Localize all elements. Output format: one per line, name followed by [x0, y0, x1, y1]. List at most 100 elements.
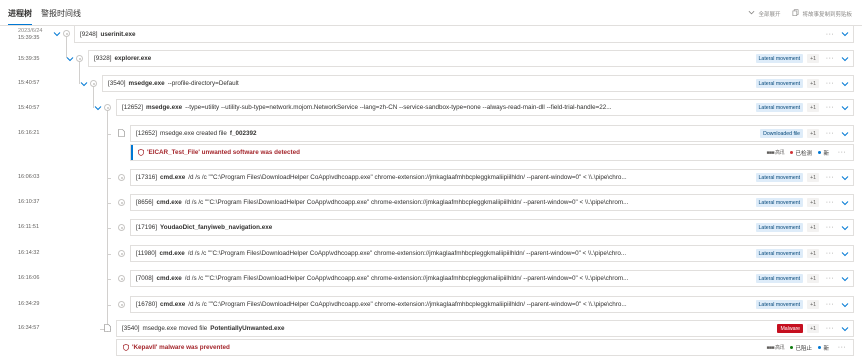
- collapse-toggle[interactable]: [53, 30, 61, 38]
- process-card[interactable]: [16780] cmd.exe /d /s /c ""C:\Program Fi…: [130, 296, 854, 313]
- chevron-down-icon[interactable]: [841, 55, 849, 63]
- tag-count-badge[interactable]: +1: [807, 129, 819, 138]
- more-actions-button[interactable]: ···: [823, 174, 837, 181]
- timestamp: 2023/6/24 15:39:35: [18, 28, 43, 41]
- chevron-down-icon[interactable]: [841, 199, 849, 207]
- tab-bar: 进程树 警报时间线: [8, 8, 81, 26]
- timestamp: 16:34:29: [18, 301, 40, 307]
- chevron-down-icon[interactable]: [841, 224, 849, 232]
- expand-all-label: 全部展开: [758, 11, 781, 18]
- status-dot-icon: [789, 345, 794, 350]
- tag-badge[interactable]: Lateral movement: [755, 300, 804, 309]
- more-actions-button[interactable]: ···: [835, 149, 849, 156]
- toolbar: 全部展开 将故事复制到剪贴板: [748, 9, 852, 18]
- alert-card[interactable]: 'EICAR_Test_File' unwanted software was …: [130, 144, 854, 161]
- alert-card[interactable]: 'Kepavll' malware was prevented ■■■ 高讯 已…: [116, 339, 854, 356]
- tag-badge[interactable]: Lateral movement: [755, 249, 804, 258]
- chevron-down-icon[interactable]: [841, 174, 849, 182]
- alert-title: 'Kepavll' malware was prevented: [132, 344, 230, 351]
- process-node-icon: [76, 55, 83, 62]
- process-node-icon: [63, 30, 70, 37]
- more-actions-button[interactable]: ···: [823, 224, 837, 231]
- more-actions-button[interactable]: ···: [823, 104, 837, 111]
- chevron-down-icon[interactable]: [841, 275, 849, 283]
- tree-line: [107, 134, 111, 135]
- more-actions-button[interactable]: ···: [823, 55, 837, 62]
- tag-count-badge[interactable]: +1: [807, 198, 819, 207]
- copy-story-button[interactable]: 将故事复制到剪贴板: [792, 9, 852, 18]
- status-dot-icon: [789, 150, 794, 155]
- tab-process-tree[interactable]: 进程树: [8, 8, 32, 26]
- tag-count-badge[interactable]: +1: [807, 300, 819, 309]
- tag-badge[interactable]: Lateral movement: [755, 198, 804, 207]
- chevron-down-icon[interactable]: [841, 250, 849, 258]
- chevron-down-icon[interactable]: [841, 301, 849, 309]
- process-card[interactable]: [3540] msedge.exe --profile-directory=De…: [102, 75, 854, 92]
- collapse-toggle[interactable]: [94, 104, 102, 112]
- copy-icon: [792, 9, 799, 18]
- tag-count-badge[interactable]: +1: [807, 249, 819, 258]
- tag-count-badge[interactable]: +1: [807, 79, 819, 88]
- timestamp: 16:34:57: [18, 325, 40, 331]
- tree-line: [107, 110, 108, 332]
- more-actions-button[interactable]: ···: [823, 275, 837, 282]
- more-actions-button[interactable]: ···: [823, 31, 837, 38]
- chevron-down-icon[interactable]: [841, 130, 849, 138]
- more-actions-button[interactable]: ···: [823, 130, 837, 137]
- file-event-card[interactable]: [3540] msedge.exe moved file Potentially…: [116, 320, 854, 337]
- more-actions-button[interactable]: ···: [823, 325, 837, 332]
- process-card[interactable]: [9328] explorer.exe Lateral movement +1 …: [88, 50, 854, 67]
- more-actions-button[interactable]: ···: [823, 250, 837, 257]
- alert-accent-bar: [117, 340, 118, 355]
- process-card[interactable]: [11980] cmd.exe /d /s /c ""C:\Program Fi…: [130, 245, 854, 262]
- tree-line: [107, 305, 111, 306]
- chevron-down-icon: [748, 9, 755, 18]
- process-card[interactable]: [7008] cmd.exe /d /s /c ""C:\Program Fil…: [130, 270, 854, 287]
- tag-badge[interactable]: Lateral movement: [755, 79, 804, 88]
- severity-label: ■■■ 高讯: [766, 345, 785, 351]
- malware-badge[interactable]: Malware: [777, 324, 804, 333]
- tree-line: [107, 203, 111, 204]
- more-actions-button[interactable]: ···: [835, 344, 849, 351]
- tag-badge[interactable]: Lateral movement: [755, 54, 804, 63]
- tag-badge[interactable]: Lateral movement: [755, 173, 804, 182]
- more-actions-button[interactable]: ···: [823, 199, 837, 206]
- new-dot-icon: [817, 345, 822, 350]
- process-node-icon: [118, 199, 125, 206]
- timestamp: 15:39:35: [18, 56, 40, 62]
- tag-count-badge[interactable]: +1: [807, 324, 819, 333]
- collapse-toggle[interactable]: [66, 55, 74, 63]
- timestamp: 15:40:57: [18, 80, 40, 86]
- tag-count-badge[interactable]: +1: [807, 274, 819, 283]
- file-icon: [104, 324, 111, 332]
- tag-badge[interactable]: Lateral movement: [755, 223, 804, 232]
- process-node-icon: [118, 275, 125, 282]
- process-node-icon: [104, 104, 111, 111]
- chevron-down-icon[interactable]: [841, 104, 849, 112]
- tag-badge[interactable]: Downloaded file: [760, 129, 804, 138]
- timestamp: 16:14:32: [18, 250, 40, 256]
- tag-count-badge[interactable]: +1: [807, 54, 819, 63]
- tag-count-badge[interactable]: +1: [807, 103, 819, 112]
- process-card[interactable]: [12652] msedge.exe --type=utility --util…: [116, 99, 854, 116]
- expand-all-button[interactable]: 全部展开: [748, 9, 780, 18]
- tag-count-badge[interactable]: +1: [807, 173, 819, 182]
- chevron-down-icon[interactable]: [841, 325, 849, 333]
- shield-alert-icon: [123, 344, 129, 351]
- tab-alert-timeline[interactable]: 警报时间线: [41, 8, 81, 26]
- chevron-down-icon[interactable]: [841, 80, 849, 88]
- collapse-toggle[interactable]: [80, 80, 88, 88]
- tag-badge[interactable]: Lateral movement: [755, 274, 804, 283]
- more-actions-button[interactable]: ···: [823, 80, 837, 87]
- process-card[interactable]: [9248] userinit.exe ···: [74, 26, 854, 43]
- file-event-card[interactable]: [12652] msedge.exe created file f_002392…: [130, 125, 854, 142]
- timestamp: 16:06:03: [18, 174, 40, 180]
- chevron-down-icon[interactable]: [841, 30, 849, 38]
- tag-count-badge[interactable]: +1: [807, 223, 819, 232]
- process-card[interactable]: [8656] cmd.exe /d /s /c ""C:\Program Fil…: [130, 194, 854, 211]
- tag-badge[interactable]: Lateral movement: [755, 103, 804, 112]
- process-card[interactable]: [17316] cmd.exe /d /s /c ""C:\Program Fi…: [130, 169, 854, 186]
- more-actions-button[interactable]: ···: [823, 301, 837, 308]
- process-card[interactable]: [17196] YoudaoDict_fanyiweb_navigation.e…: [130, 219, 854, 236]
- tree-line: [107, 279, 111, 280]
